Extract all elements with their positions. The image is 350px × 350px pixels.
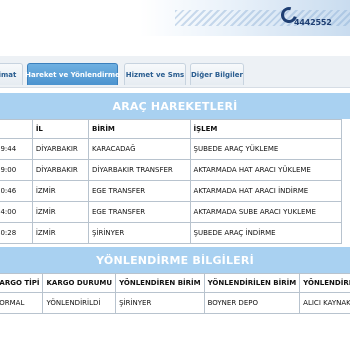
movements-title: ARAÇ HAREKETLERİ — [0, 93, 350, 119]
cell-unit: KARACADAĞ — [87, 138, 191, 160]
page: 4442552 imat Hareket ve Yönlendirme Hizm… — [0, 0, 350, 350]
cell-operation: AKTARMADA HAT ARACI İNDİRME — [189, 180, 343, 202]
column-header-cargo-type: KARGO TİPİ — [0, 273, 44, 293]
cell-unit: DİYARBAKIR TRANSFER — [87, 159, 191, 181]
cell-time: 24:00 — [0, 201, 33, 223]
tab-hizmet-ve-sms[interactable]: Hizmet ve Sms — [124, 63, 186, 85]
cell-unit: ŞİRİNYER — [87, 222, 191, 244]
table-row: 24:00 İZMİR EGE TRANSFER AKTARMADA SUBE … — [0, 201, 343, 223]
cell-operation: AKTARMADA HAT ARACI YÜKLEME — [189, 159, 343, 181]
cell-operation: ŞUBEDE ARAÇ İNDİRME — [189, 222, 343, 244]
cell-redirecting-unit: ŞİRİNYER — [115, 292, 205, 314]
tab-hareket-ve-yonlendirme[interactable]: Hareket ve Yönlendirme — [25, 63, 120, 85]
table-header-row: KARGO TİPİ KARGO DURUMU YÖNLENDİREN BİRİ… — [0, 273, 350, 293]
cell-redirect-reason: ALICI KAYNAKLI İADE — [299, 292, 350, 314]
column-header-redirecting-unit: YÖNLENDİREN BİRİM — [115, 273, 205, 293]
column-header-operation: İŞLEM — [189, 119, 343, 139]
cell-unit: EGE TRANSFER — [87, 201, 191, 223]
table-row: 19:44 DİYARBAKIR KARACADAĞ ŞUBEDE ARAÇ Y… — [0, 138, 343, 160]
cell-city: DİYARBAKIR — [31, 159, 89, 181]
cell-city: İZMİR — [31, 201, 89, 223]
tab-bar: imat Hareket ve Yönlendirme Hizmet ve Sm… — [0, 56, 350, 88]
cell-cargo-status: YÖNLENDİRİLDİ — [42, 292, 117, 314]
table-row: 20:46 İZMİR EGE TRANSFER AKTARMADA HAT A… — [0, 180, 343, 202]
cell-unit: EGE TRANSFER — [87, 180, 191, 202]
cell-time: 19:44 — [0, 138, 33, 160]
cell-city: DİYARBAKIR — [31, 138, 89, 160]
redirection-title: YÖNLENDİRME BİLGİLERİ — [0, 247, 350, 273]
cell-time: 40:28 — [0, 222, 33, 244]
header-banner: 4442552 — [0, 0, 350, 36]
tab-diger-bilgiler[interactable]: Diğer Bilgiler — [190, 63, 244, 85]
cell-operation: ŞUBEDE ARAÇ YÜKLEME — [189, 138, 343, 160]
table-row: 40:28 İZMİR ŞİRİNYER ŞUBEDE ARAÇ İNDİRME — [0, 222, 343, 244]
cell-operation: AKTARMADA SUBE ARACI YUKLEME — [189, 201, 343, 223]
cell-time: 59:00 — [0, 159, 33, 181]
phone-number: 4442552 — [294, 18, 332, 27]
column-header-cargo-status: KARGO DURUMU — [42, 273, 117, 293]
column-header-redirected-unit: YÖNLENDİRİLEN BİRİM — [203, 273, 301, 293]
redirection-table: KARGO TİPİ KARGO DURUMU YÖNLENDİREN BİRİ… — [0, 273, 350, 314]
cell-city: İZMİR — [31, 180, 89, 202]
cell-city: İZMİR — [31, 222, 89, 244]
tab-bilgi[interactable]: imat — [0, 63, 23, 85]
column-header-time: İ — [0, 119, 33, 139]
column-header-unit: BİRİM — [87, 119, 191, 139]
company-logo: 4442552 — [278, 4, 337, 33]
movements-table: İ İL BİRİM İŞLEM 19:44 DİYARBAKIR KARACA… — [0, 119, 343, 244]
cell-cargo-type: NORMAL — [0, 292, 44, 314]
column-header-city: İL — [31, 119, 89, 139]
table-header-row: İ İL BİRİM İŞLEM — [0, 119, 343, 139]
cell-time: 20:46 — [0, 180, 33, 202]
table-row: 59:00 DİYARBAKIR DİYARBAKIR TRANSFER AKT… — [0, 159, 343, 181]
table-row: NORMAL YÖNLENDİRİLDİ ŞİRİNYER BOYNER DEP… — [0, 292, 350, 314]
cell-redirected-unit: BOYNER DEPO — [203, 292, 301, 314]
column-header-redirect-reason: YÖNLENDİRME NEDENİ — [299, 273, 350, 293]
